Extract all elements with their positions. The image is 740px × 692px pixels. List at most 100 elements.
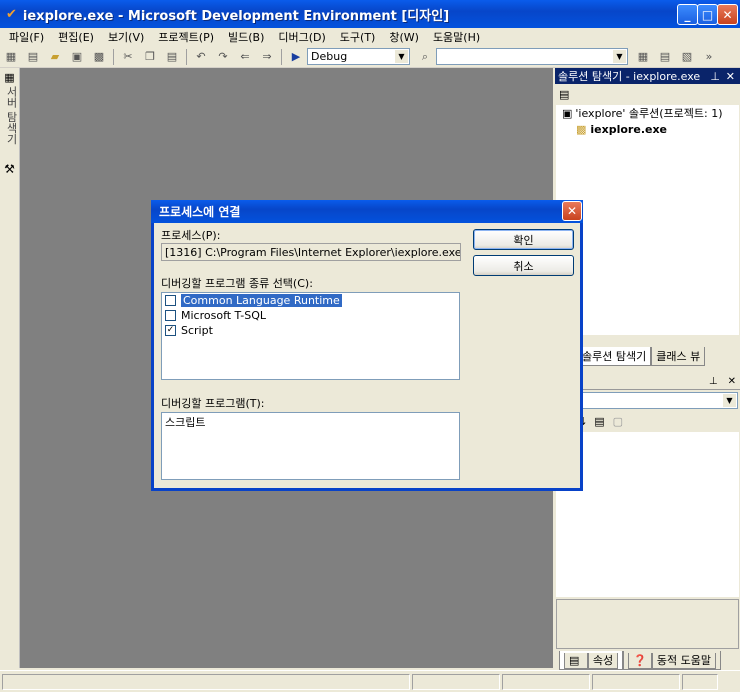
solution-panel-tabs: 솔루션 탐색기 클래스 뷰: [577, 347, 740, 366]
left-autohide-bar: ▦ 서버 탐색기 ⚒: [0, 68, 20, 668]
toolbar-separator: [113, 48, 114, 65]
open-folder-icon[interactable]: ▰: [46, 49, 64, 65]
solution-node-label: 'iexplore' 솔루션(프로젝트: 1): [575, 107, 723, 120]
close-button[interactable]: ✕: [717, 4, 738, 25]
solution-explorer-toolbar: ▤: [555, 84, 740, 104]
program-type-label-script: Script: [181, 324, 213, 337]
menu-debug[interactable]: 디버그(D): [271, 29, 332, 45]
properties-object-combo[interactable]: ▼: [556, 392, 738, 409]
tab-properties[interactable]: ▤ 속성: [559, 651, 624, 670]
solution-explorer-title: 솔루션 탐색기 - iexplore.exe: [558, 70, 701, 83]
menu-tools[interactable]: 도구(T): [333, 29, 383, 45]
property-pages-icon[interactable]: ▤: [594, 415, 604, 428]
pin-icon[interactable]: ⊥: [709, 376, 718, 387]
properties-panel-tabs: ▤ 속성 ❓ 동적 도움말: [559, 651, 739, 670]
window-title: iexplore.exe - Microsoft Development Env…: [22, 8, 450, 24]
checkbox-script[interactable]: ✓: [165, 325, 176, 336]
ok-button[interactable]: 확인: [473, 229, 574, 250]
add-item-icon[interactable]: ▤: [24, 49, 42, 65]
toolbox-tab-icon[interactable]: ⚒: [0, 159, 19, 179]
menu-view[interactable]: 보기(V): [101, 29, 151, 45]
window-title-bar[interactable]: ✔ iexplore.exe - Microsoft Development E…: [0, 0, 740, 28]
solution-explorer-icon[interactable]: ▦: [634, 49, 652, 65]
solution-icon: ▣: [562, 106, 573, 120]
toolbox-icon[interactable]: ▧: [678, 49, 696, 65]
status-cell-ch: [592, 674, 680, 690]
menu-window[interactable]: 창(W): [382, 29, 426, 45]
status-cell-ins: [682, 674, 718, 690]
menu-build[interactable]: 빌드(B): [221, 29, 271, 45]
program-type-item-tsql[interactable]: Microsoft T-SQL: [162, 308, 459, 323]
maximize-button[interactable]: □: [697, 4, 718, 25]
undo-icon[interactable]: ↶: [192, 49, 210, 65]
close-icon[interactable]: ✕: [726, 70, 735, 83]
program-types-label: 디버깅할 프로그램 종류 선택(C):: [161, 277, 313, 290]
properties-toolbar: ⇅ ▤ ▢: [577, 412, 623, 430]
status-text: [2, 674, 410, 690]
tab-dynamic-help-label: 동적 도움말: [651, 653, 716, 669]
status-cell-col: [502, 674, 590, 690]
redo-icon[interactable]: ↷: [214, 49, 232, 65]
copy-icon[interactable]: ❐: [141, 49, 159, 65]
solution-config-combo[interactable]: Debug ▼: [307, 48, 410, 65]
checkbox-tsql[interactable]: [165, 310, 176, 321]
solution-explorer-header: 솔루션 탐색기 - iexplore.exe ⊥ ✕: [555, 68, 740, 84]
menu-help[interactable]: 도움말(H): [426, 29, 487, 45]
properties-toolbar-icon[interactable]: ▤: [559, 88, 569, 101]
navigate-forward-icon[interactable]: ⇒: [258, 49, 276, 65]
programs-list: 스크립트: [161, 412, 460, 480]
cut-icon[interactable]: ✂: [119, 49, 137, 65]
toolbar-separator: [281, 48, 282, 65]
chevron-down-icon[interactable]: ▼: [723, 394, 736, 407]
paste-icon[interactable]: ▤: [163, 49, 181, 65]
program-item[interactable]: 스크립트: [165, 414, 456, 430]
properties-tab-icon: ▤: [564, 653, 588, 669]
tab-properties-label: 속성: [587, 653, 619, 669]
cancel-button[interactable]: 취소: [473, 255, 574, 276]
help-icon: ❓: [628, 653, 652, 669]
navigate-back-icon[interactable]: ⇐: [236, 49, 254, 65]
process-field: [1316] C:\Program Files\Internet Explore…: [161, 243, 461, 261]
find-combo[interactable]: ▼: [436, 48, 628, 65]
attach-to-process-dialog: 프로세스에 연결 ✕ 프로세스(P): [1316] C:\Program Fi…: [151, 200, 583, 491]
toolbar-separator: [186, 48, 187, 65]
tab-dynamic-help[interactable]: ❓ 동적 도움말: [623, 651, 721, 670]
checkbox-clr[interactable]: [165, 295, 176, 306]
program-type-item-clr[interactable]: Common Language Runtime: [162, 293, 459, 308]
solution-config-value: Debug: [311, 50, 348, 63]
pin-icon[interactable]: ⊥: [710, 70, 720, 83]
menu-project[interactable]: 프로젝트(P): [151, 29, 221, 45]
program-type-label-clr: Common Language Runtime: [181, 294, 342, 307]
solution-tree: ▣ 'iexplore' 솔루션(프로젝트: 1) ▩ iexplore.exe: [556, 105, 739, 335]
chevron-down-icon[interactable]: ▼: [613, 50, 626, 63]
dialog-close-button[interactable]: ✕: [562, 201, 582, 221]
app-icon: ✔: [6, 6, 17, 22]
menu-edit[interactable]: 편집(E): [51, 29, 101, 45]
properties-grid: [556, 432, 739, 597]
save-all-icon[interactable]: ▩: [90, 49, 108, 65]
tab-class-view[interactable]: 클래스 뷰: [651, 347, 706, 366]
tree-item-solution[interactable]: ▣ 'iexplore' 솔루션(프로젝트: 1): [556, 105, 739, 121]
tree-item-project[interactable]: ▩ iexplore.exe: [556, 121, 739, 137]
start-icon[interactable]: ▶: [287, 49, 305, 65]
minimize-button[interactable]: _: [677, 4, 698, 25]
tab-solution-explorer[interactable]: 솔루션 탐색기: [577, 347, 652, 366]
properties-icon[interactable]: ▤: [656, 49, 674, 65]
program-type-item-script[interactable]: ✓ Script: [162, 323, 459, 338]
chevron-down-icon[interactable]: ▼: [395, 50, 408, 63]
server-explorer-icon[interactable]: ▦: [0, 68, 19, 86]
server-explorer-tab[interactable]: 서버 탐색기: [3, 86, 19, 145]
events-icon[interactable]: ▢: [613, 415, 623, 428]
process-label: 프로세스(P):: [161, 229, 221, 242]
close-icon[interactable]: ✕: [728, 376, 736, 387]
dialog-title-bar[interactable]: 프로세스에 연결 ✕: [151, 200, 583, 223]
program-types-list: Common Language Runtime Microsoft T-SQL …: [161, 292, 460, 380]
project-icon: ▩: [576, 122, 587, 136]
toolbar-overflow-icon[interactable]: »: [700, 49, 718, 65]
find-in-files-icon[interactable]: ⌕: [416, 49, 434, 65]
standard-toolbar: ▦ ▤ ▰ ▣ ▩ ✂ ❐ ▤ ↶ ↷ ⇐ ⇒ ▶ Debug ▼ ⌕ ▼ ▦ …: [0, 46, 740, 68]
program-type-label-tsql: Microsoft T-SQL: [181, 309, 267, 322]
save-icon[interactable]: ▣: [68, 49, 86, 65]
new-project-icon[interactable]: ▦: [2, 49, 20, 65]
menu-file[interactable]: 파일(F): [2, 29, 51, 45]
